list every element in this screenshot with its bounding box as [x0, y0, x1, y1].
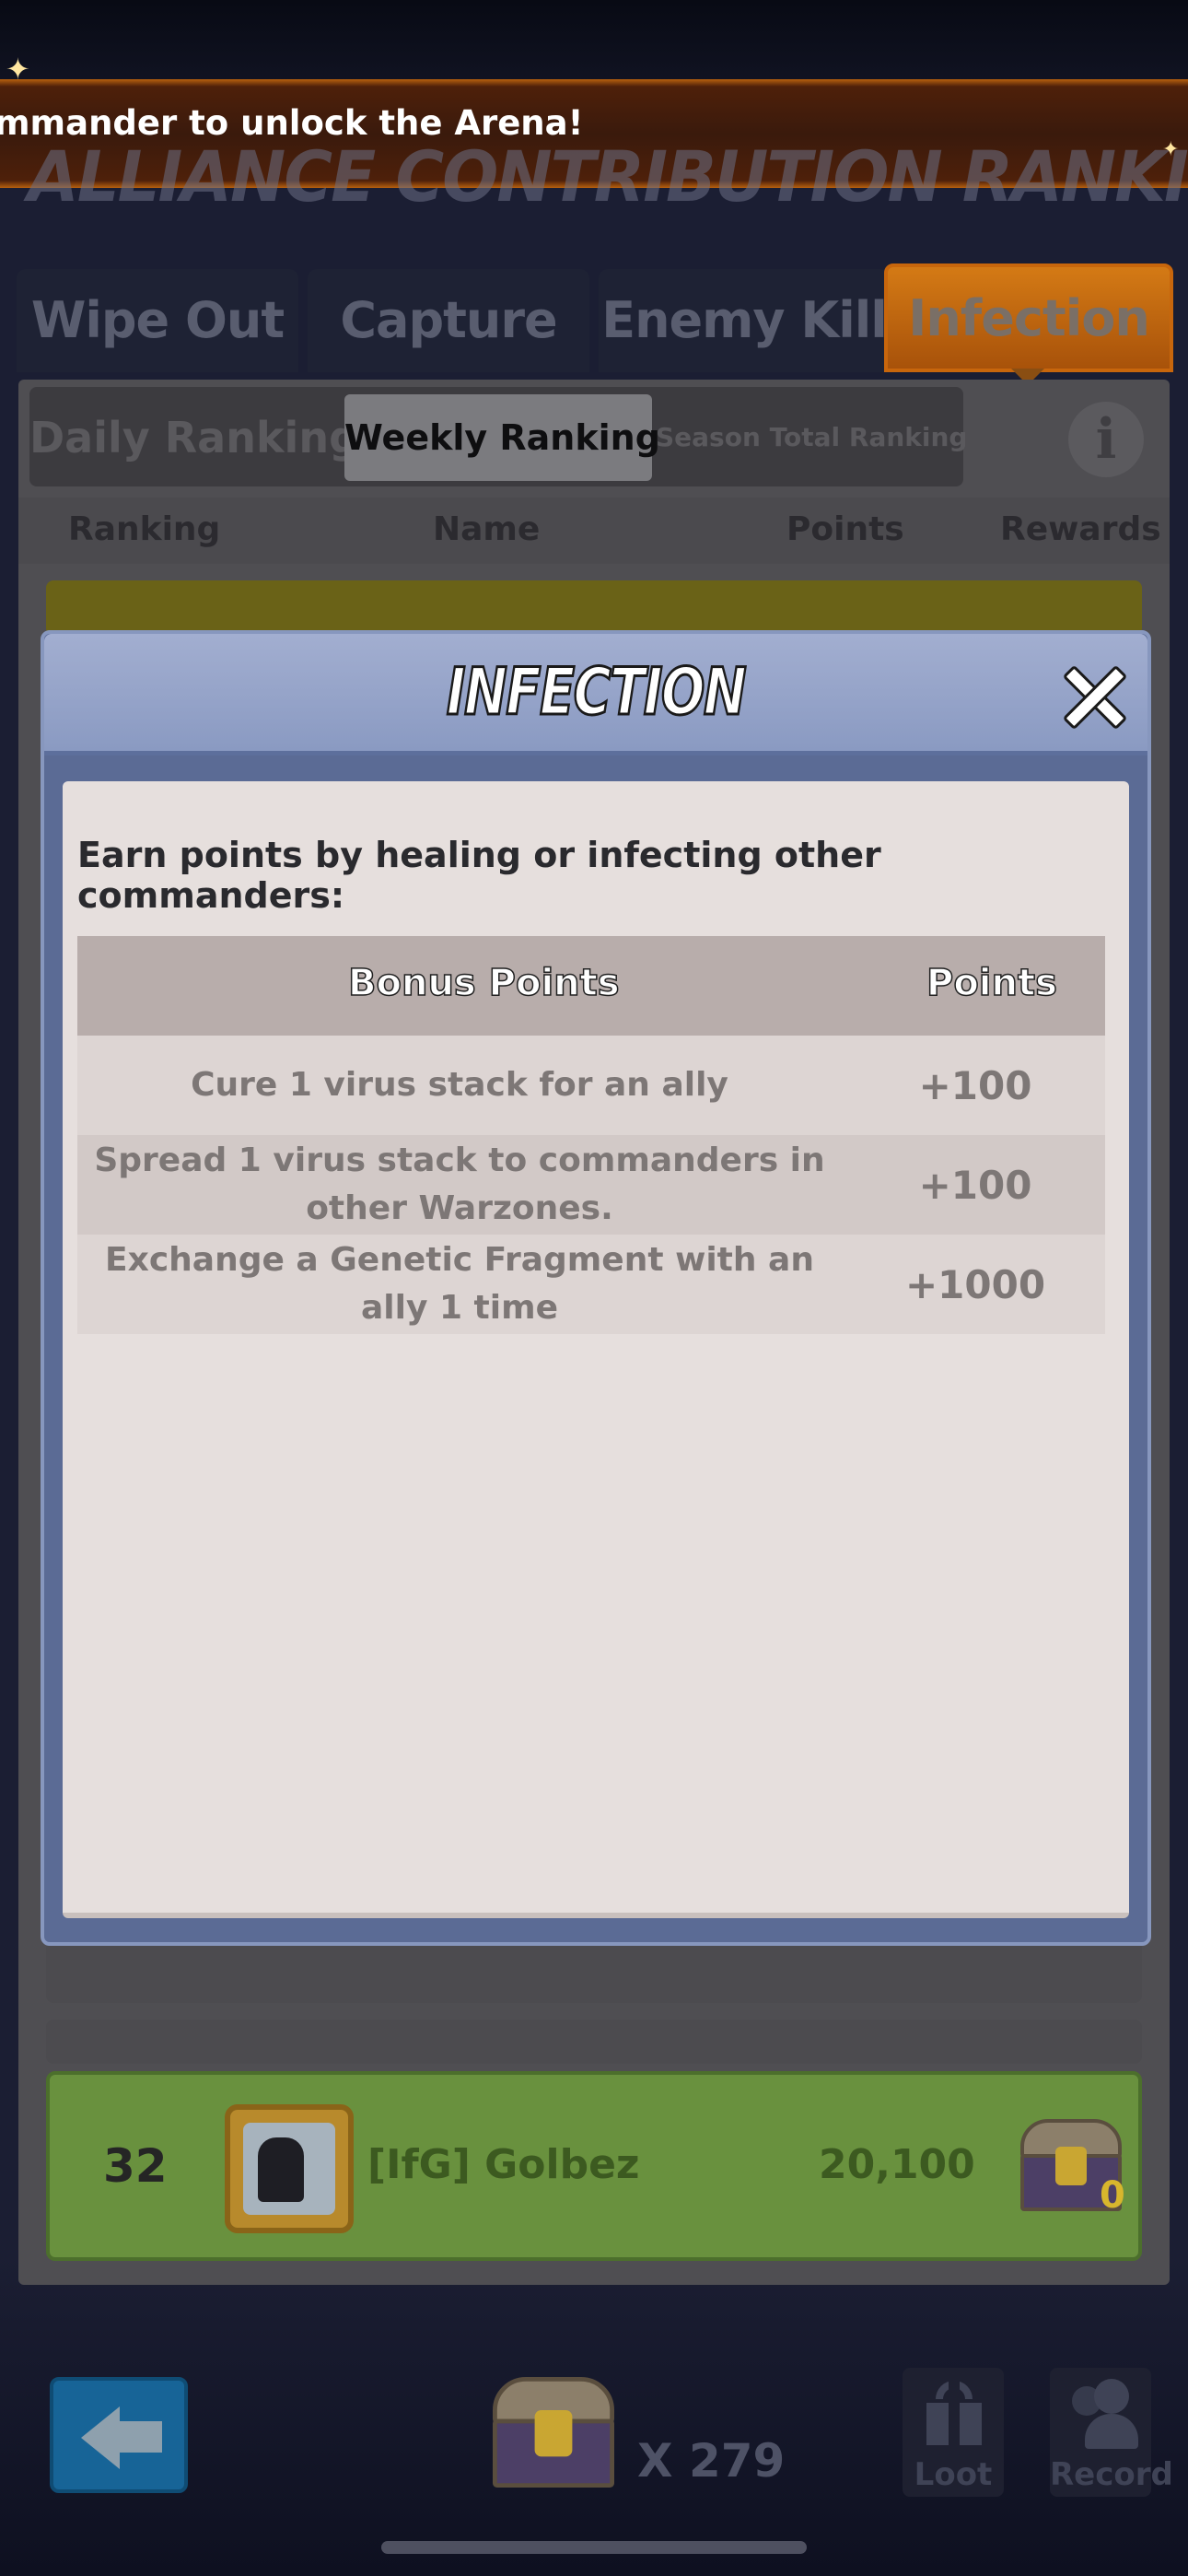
tab-label: Enemy Kill	[601, 291, 888, 349]
dialog-body: Earn points by healing or infecting othe…	[63, 781, 1129, 1918]
infection-info-dialog: INFECTION Earn points by healing or infe…	[41, 630, 1151, 1946]
back-button[interactable]	[50, 2377, 188, 2493]
points-cell: +1000	[904, 1262, 1046, 1307]
my-name: [IfG] Golbez	[367, 2141, 640, 2188]
table-row: Exchange a Genetic Fragment with an ally…	[77, 1235, 1105, 1334]
dialog-title: INFECTION	[446, 653, 748, 732]
tab-label: Capture	[340, 291, 557, 349]
dialog-header: INFECTION	[44, 634, 1147, 755]
column-headers: Ranking Name Points Rewards	[18, 498, 1170, 564]
tab-infection[interactable]: Infection	[884, 263, 1173, 372]
reward-count: 0	[1100, 2174, 1125, 2217]
loot-label: Loot	[914, 2456, 993, 2493]
tab-season-total-ranking[interactable]: Season Total Ranking	[656, 394, 967, 481]
header-bonus-points: Bonus Points	[347, 961, 620, 1005]
tab-label: Infection	[908, 289, 1150, 347]
my-rank: 32	[103, 2139, 168, 2193]
avatar[interactable]	[225, 2104, 354, 2233]
home-indicator[interactable]	[381, 2541, 807, 2554]
table-row: Cure 1 virus stack for an ally +100	[77, 1036, 1105, 1135]
record-button[interactable]: Record	[1050, 2368, 1173, 2497]
dialog-intro: Earn points by healing or infecting othe…	[77, 835, 881, 916]
col-rewards: Rewards	[1000, 510, 1161, 548]
tab-daily-ranking[interactable]: Daily Ranking	[29, 394, 359, 481]
col-ranking: Ranking	[68, 510, 221, 548]
action-cell: Exchange a Genetic Fragment with an ally…	[105, 1241, 814, 1327]
category-tabs: Wipe Out Capture Enemy Kill Infection	[17, 263, 1173, 378]
col-name: Name	[433, 510, 541, 548]
tab-label: Wipe Out	[30, 291, 285, 349]
ranking-period-tabs: Daily Ranking Weekly Ranking Season Tota…	[29, 387, 967, 486]
points-cell: +100	[918, 1163, 1032, 1208]
header-points: Points	[926, 961, 1057, 1005]
table-header: Bonus Points Points	[77, 936, 1105, 1036]
table-row[interactable]	[46, 580, 1142, 636]
action-cell: Cure 1 virus stack for an ally	[191, 1066, 728, 1104]
loot-button[interactable]: Loot	[903, 2368, 1004, 2497]
table-row[interactable]	[46, 2020, 1142, 2064]
bonus-points-table: Bonus Points Points Cure 1 virus stack f…	[77, 936, 1105, 1334]
tab-wipe-out[interactable]: Wipe Out	[17, 269, 298, 372]
points-cell: +100	[918, 1063, 1032, 1108]
record-label: Record	[1050, 2456, 1173, 2493]
close-icon[interactable]	[1062, 664, 1128, 731]
sparkle-icon: ✦	[6, 52, 30, 87]
info-icon[interactable]: i	[1068, 402, 1144, 477]
my-ranking-row[interactable]: 32 [IfG] Golbez 20,100 0	[46, 2071, 1142, 2261]
table-row: Spread 1 virus stack to commanders in ot…	[77, 1135, 1105, 1235]
sparkle-icon: ✦	[1162, 138, 1180, 161]
gift-icon	[926, 2381, 982, 2445]
page-title: ALLIANCE CONTRIBUTION RANKING	[28, 135, 1188, 218]
tab-weekly-ranking[interactable]: Weekly Ranking	[344, 394, 660, 481]
action-cell: Spread 1 virus stack to commanders in ot…	[94, 1142, 825, 1227]
col-points: Points	[786, 510, 904, 548]
commander-portrait-icon	[258, 2137, 304, 2202]
banner-text: mmander to unlock the Arena!	[0, 103, 584, 143]
chest-count: X 279	[637, 2434, 786, 2488]
chest-icon	[493, 2377, 614, 2488]
people-icon	[1068, 2379, 1138, 2449]
tab-enemy-kill[interactable]: Enemy Kill	[599, 269, 890, 372]
tab-capture[interactable]: Capture	[308, 269, 589, 372]
my-points: 20,100	[819, 2141, 975, 2188]
screen: ALLIANCE CONTRIBUTION RANKING mmander to…	[0, 0, 1188, 2576]
